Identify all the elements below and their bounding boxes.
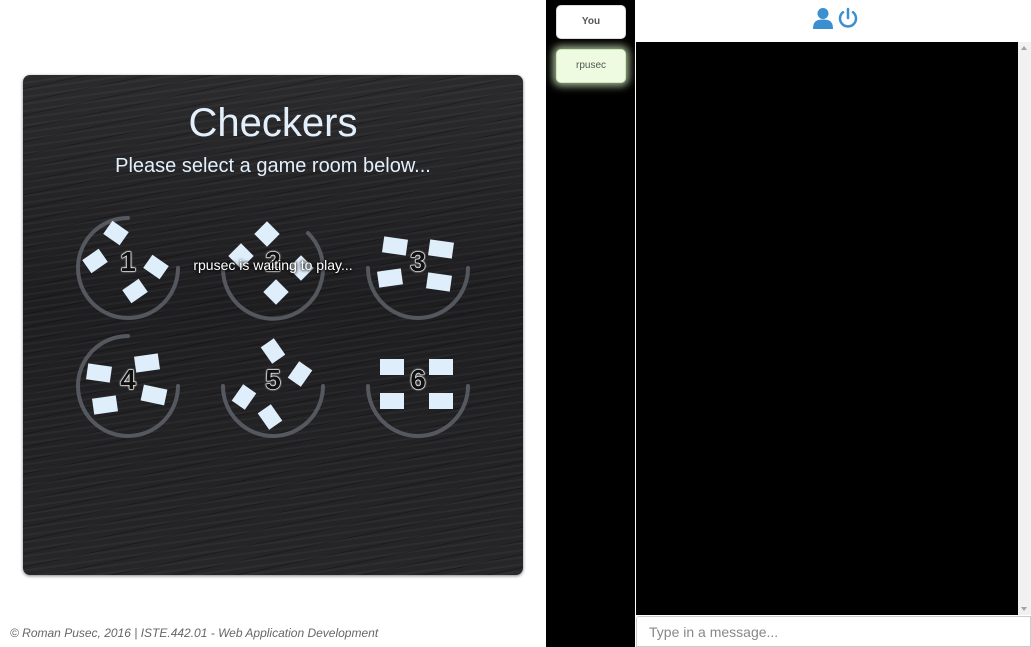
chat-header	[636, 0, 1031, 42]
message-input[interactable]	[636, 616, 1031, 647]
room-number: 4	[120, 364, 137, 396]
chat-toolbar	[812, 6, 860, 30]
chat-log	[636, 42, 1018, 615]
room-5[interactable]: 5	[218, 331, 328, 441]
chat-scrollbar[interactable]	[1018, 42, 1031, 615]
power-icon[interactable]	[837, 7, 859, 29]
game-subtitle: Please select a game room below...	[115, 155, 431, 177]
game-panel: Checkers Please select a game room below…	[23, 75, 523, 575]
users-list: You rpusec	[546, 0, 635, 647]
room-number: 6	[410, 364, 427, 396]
room-number: 3	[410, 246, 427, 278]
room-status: rpusec is waiting to play...	[193, 257, 353, 273]
game-title: Checkers	[188, 101, 358, 145]
room-3[interactable]: 3	[363, 213, 473, 323]
user-you-button[interactable]: You	[556, 5, 626, 39]
room-2[interactable]: 2 rpusec is waiting to play...	[193, 213, 353, 323]
user-icon[interactable]	[812, 7, 834, 29]
room-6[interactable]: 6	[363, 331, 473, 441]
scroll-up-arrow-icon[interactable]	[1021, 46, 1027, 50]
room-number: 1	[120, 246, 137, 278]
user-rpusec-button[interactable]: rpusec	[556, 49, 626, 83]
room-number: 5	[265, 364, 282, 396]
room-4[interactable]: 4	[73, 331, 183, 441]
scroll-down-arrow-icon[interactable]	[1021, 607, 1027, 611]
room-1[interactable]: 1	[73, 213, 183, 323]
footer-credits: © Roman Pusec, 2016 | ISTE.442.01 - Web …	[10, 626, 379, 640]
